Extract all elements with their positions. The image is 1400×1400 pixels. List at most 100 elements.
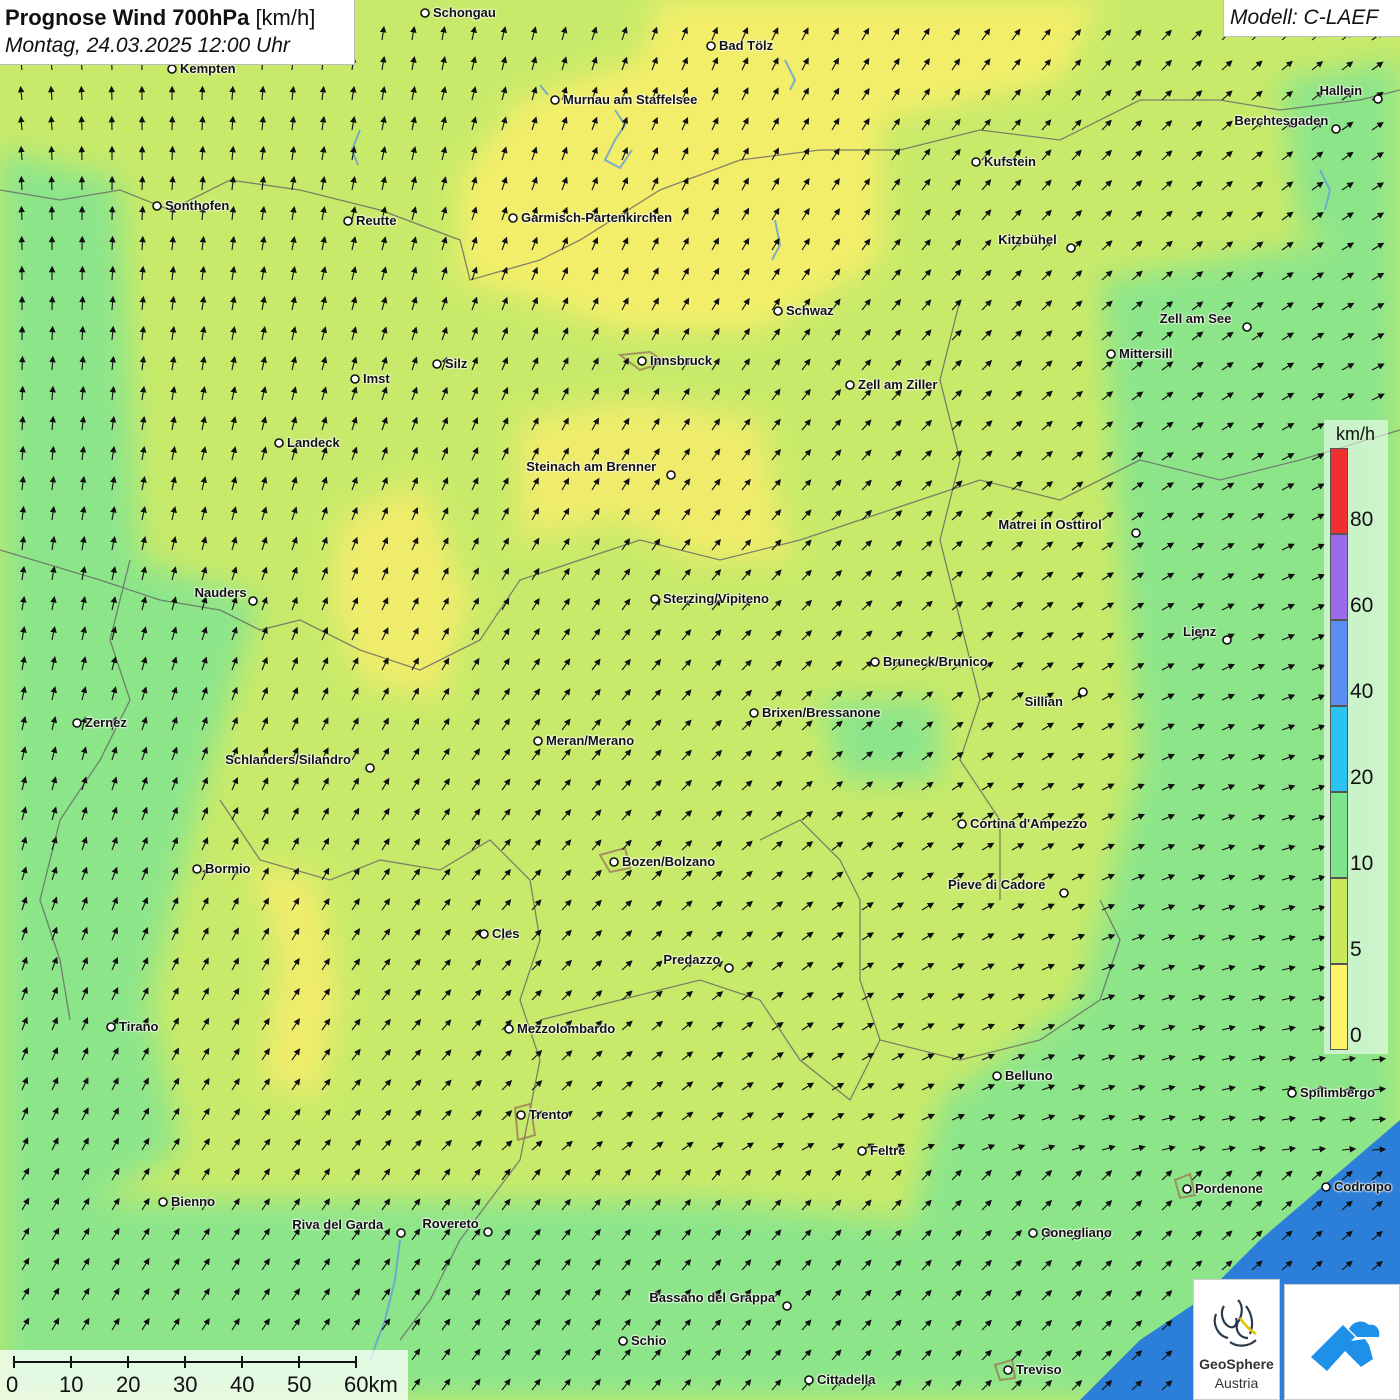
city-marker-sterzing-vipiteno	[650, 594, 660, 604]
city-label-matrei-in-osttirol: Matrei in Osttirol	[998, 517, 1102, 532]
legend-band-40	[1330, 620, 1348, 706]
scale-label-2: 20	[116, 1372, 141, 1397]
legend-label-80: 80	[1350, 508, 1374, 531]
title-box: Prognose Wind 700hPa [km/h] Montag, 24.0…	[0, 0, 355, 65]
city-label-cortina-d-ampezzo: Cortina d'Ampezzo	[970, 816, 1088, 831]
city-marker-pordenone	[1182, 1184, 1192, 1194]
city-marker-garmisch-partenkirchen	[508, 213, 518, 223]
city-label-imst: Imst	[363, 371, 390, 386]
city-marker-bienno	[158, 1197, 168, 1207]
wind-arrow	[199, 115, 206, 131]
city-marker-spilimbergo	[1287, 1088, 1297, 1098]
wind-arrow	[49, 355, 56, 371]
city-marker-trento	[516, 1110, 526, 1120]
city-label-bormio: Bormio	[205, 861, 251, 876]
wind-arrow	[18, 175, 25, 191]
city-marker-murnau-am-staffelsee	[550, 95, 560, 105]
city-label-zell-am-ziller: Zell am Ziller	[858, 377, 938, 392]
city-marker-brixen-bressanone	[749, 708, 759, 718]
city-label-schio: Schio	[631, 1333, 667, 1348]
city-marker-zernez	[72, 718, 82, 728]
city-marker-rovereto	[483, 1227, 493, 1237]
geosphere-logo-line1: GeoSphere	[1199, 1356, 1274, 1372]
city-marker-innsbruck	[637, 356, 647, 366]
city-marker-matrei-in-osttirol	[1131, 528, 1141, 538]
city-marker-hallein	[1373, 94, 1383, 104]
city-label-zernez: Zernez	[85, 715, 127, 730]
city-marker-zell-am-see	[1242, 322, 1252, 332]
legend-band-20	[1330, 706, 1348, 792]
city-label-bad-t-lz: Bad Tölz	[719, 38, 774, 53]
city-label-landeck: Landeck	[287, 435, 340, 450]
wind-arrow	[169, 145, 176, 161]
city-label-brixen-bressanone: Brixen/Bressanone	[762, 705, 881, 720]
city-label-trento: Trento	[529, 1107, 569, 1122]
city-label-bassano-del-grappa: Bassano del Grappa	[649, 1290, 776, 1305]
scale-bar: 0 10 20 30 40 50 60km	[0, 1350, 408, 1400]
city-marker-predazzo	[724, 963, 734, 973]
wind-arrow	[78, 85, 85, 101]
city-label-meran-merano: Meran/Merano	[546, 733, 635, 748]
city-marker-reutte	[343, 216, 353, 226]
wind-arrow	[19, 415, 26, 431]
city-marker-meran-merano	[533, 736, 543, 746]
wind-arrow	[49, 325, 56, 341]
wind-arrow	[19, 385, 26, 401]
scale-label-6: 60km	[344, 1372, 398, 1397]
city-label-tirano: Tirano	[119, 1019, 159, 1034]
legend-label-60: 60	[1350, 594, 1374, 617]
city-label-sonthofen: Sonthofen	[165, 198, 230, 213]
wind-arrow	[48, 115, 55, 131]
cloud-arrow-icon	[1311, 1321, 1380, 1371]
city-label-bozen-bolzano: Bozen/Bolzano	[622, 854, 716, 869]
city-label-codroipo: Codroipo	[1334, 1179, 1392, 1194]
city-marker-cittadella	[804, 1375, 814, 1385]
city-label-riva-del-garda: Riva del Garda	[292, 1217, 384, 1232]
wind-arrow	[169, 175, 176, 191]
wind-arrow	[229, 85, 236, 101]
city-label-cittadella: Cittadella	[817, 1372, 876, 1387]
city-marker-zell-am-ziller	[845, 380, 855, 390]
city-label-bruneck-brunico: Bruneck/Brunico	[883, 654, 988, 669]
model-box: Modell: C-LAEF	[1223, 0, 1400, 37]
city-label-sillian: Sillian	[1024, 694, 1063, 709]
weather-app-logo[interactable]	[1284, 1284, 1400, 1400]
wind-arrow	[139, 205, 146, 221]
legend-label-10: 10	[1350, 852, 1374, 875]
wind-arrow	[78, 115, 85, 131]
city-marker-schio	[618, 1336, 628, 1346]
scale-label-4: 40	[230, 1372, 255, 1397]
city-label-predazzo: Predazzo	[663, 952, 721, 967]
city-marker-kitzb-hel	[1066, 243, 1076, 253]
city-label-feltre: Feltre	[870, 1143, 906, 1158]
city-label-mittersill: Mittersill	[1119, 346, 1173, 361]
map-title-unit: [km/h]	[255, 5, 316, 30]
city-label-schwaz: Schwaz	[786, 303, 834, 318]
city-marker-bad-t-lz	[706, 41, 716, 51]
legend-band-60	[1330, 534, 1348, 620]
city-label-sterzing-vipiteno: Sterzing/Vipiteno	[663, 591, 769, 606]
wind-arrow	[109, 235, 116, 251]
city-marker-riva-del-garda	[396, 1228, 406, 1238]
wind-arrow	[48, 145, 55, 161]
city-marker-sonthofen	[152, 201, 162, 211]
city-marker-imst	[350, 374, 360, 384]
city-label-rovereto: Rovereto	[422, 1216, 479, 1231]
geosphere-logo[interactable]: GeoSphere Austria	[1193, 1279, 1280, 1400]
city-marker-pieve-di-cadore	[1059, 888, 1069, 898]
city-label-belluno: Belluno	[1005, 1068, 1053, 1083]
city-marker-sillian	[1078, 687, 1088, 697]
city-label-bienno: Bienno	[171, 1194, 216, 1209]
wind-arrow	[199, 145, 206, 161]
city-label-silz: Silz	[445, 356, 468, 371]
geosphere-logo-icon	[1213, 1299, 1257, 1347]
map-title: Prognose Wind 700hPa [km/h]	[5, 5, 315, 31]
city-label-murnau-am-staffelsee: Murnau am Staffelsee	[563, 92, 698, 107]
city-marker-codroipo	[1321, 1182, 1331, 1192]
city-label-kitzb-hel: Kitzbühel	[998, 232, 1057, 247]
city-label-pieve-di-cadore: Pieve di Cadore	[948, 877, 1046, 892]
city-label-lienz: Lienz	[1183, 624, 1217, 639]
city-marker-conegliano	[1028, 1228, 1038, 1238]
city-marker-berchtesgaden	[1331, 124, 1341, 134]
city-marker-bruneck-brunico	[870, 657, 880, 667]
